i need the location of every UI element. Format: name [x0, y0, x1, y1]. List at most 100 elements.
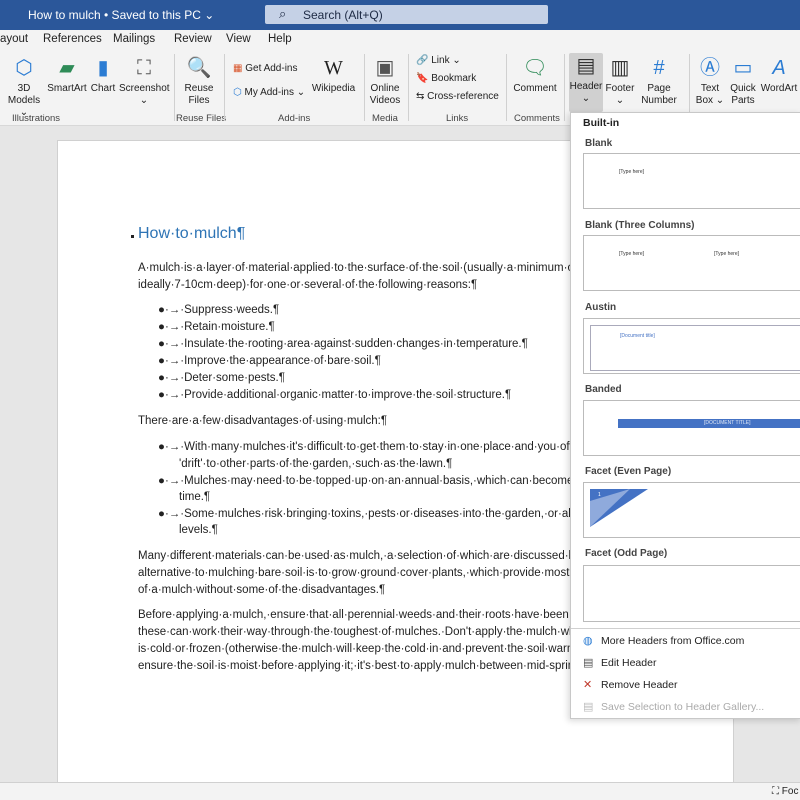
- reuse-files-label-1: Reuse: [184, 83, 214, 94]
- online-videos-label-1: Online: [370, 83, 400, 94]
- wordart-icon: A: [772, 57, 786, 79]
- tab-references[interactable]: References: [43, 33, 102, 45]
- screenshot-icon: ⛶: [137, 57, 151, 79]
- search-input[interactable]: ⌕ Search (Alt+Q): [265, 5, 548, 24]
- paragraph-line[interactable]: ideally·7-10cm·deep)·for·one·or·several·…: [138, 279, 477, 291]
- search-placeholder: Search (Alt+Q): [303, 8, 383, 22]
- focus-button[interactable]: ⛶ Foc: [772, 786, 798, 797]
- my-addins-button[interactable]: ⬡ My Add-ins ⌄: [233, 87, 305, 98]
- title-bar: How to mulch • Saved to this PC ⌄ ⌕ Sear…: [0, 0, 800, 30]
- chart-label: Chart: [90, 83, 116, 94]
- paragraph-line[interactable]: There·are·a·few·disadvantages·of·using·m…: [138, 415, 387, 427]
- paragraph-line[interactable]: ensure·the·soil·is·moist·before·applying…: [138, 660, 574, 672]
- header-option-banded[interactable]: [DOCUMENT TITLE]: [583, 400, 800, 456]
- list-item-text: Mulches·may·need·to·be·topped·up·on·an·a…: [184, 475, 590, 487]
- paragraph-line[interactable]: Many·different·materials·can·be·used·as·…: [138, 550, 584, 562]
- list-item-continuation[interactable]: levels.¶: [179, 524, 218, 536]
- reuse-files-button[interactable]: 🔍 Reuse Files: [180, 55, 218, 107]
- search-icon: ⌕: [279, 6, 287, 21]
- status-bar: ⛶ Foc: [0, 782, 800, 800]
- link-icon: 🔗: [416, 55, 429, 66]
- online-videos-label-2: Videos: [369, 95, 401, 106]
- tab-view[interactable]: View: [226, 33, 251, 45]
- wordart-button[interactable]: A WordArt: [760, 55, 798, 95]
- tab-help[interactable]: Help: [268, 33, 292, 45]
- gallery-item-title: Blank (Three Columns): [585, 220, 695, 231]
- list-item-continuation[interactable]: time.¶: [179, 491, 210, 503]
- get-addins-button[interactable]: ▦ Get Add-ins: [233, 63, 298, 74]
- paragraph-line[interactable]: these·can·work·their·way·through·the·tou…: [138, 626, 575, 638]
- more-headers-item[interactable]: ◍ More Headers from Office.com: [583, 634, 744, 647]
- header-option-austin[interactable]: [Document title]: [583, 318, 800, 374]
- list-item[interactable]: ●·→·Provide·additional·organic·matter·to…: [158, 389, 511, 401]
- video-icon: ▣: [375, 57, 395, 79]
- screenshot-button[interactable]: ⛶ Screenshot ⌄: [119, 55, 170, 107]
- list-item-text: Improve·the·appearance·of·bare·soil.¶: [184, 355, 381, 367]
- footer-caret: ⌄: [615, 95, 625, 106]
- paragraph-line[interactable]: A·mulch·is·a·layer·of·material·applied·t…: [138, 262, 581, 274]
- list-item[interactable]: ●·→·With·many·mulches·it's·difficult·to·…: [158, 441, 579, 453]
- group-label-addins: Add-ins: [278, 113, 311, 124]
- text-box-label-2: Box ⌄: [695, 95, 725, 106]
- thumb-placeholder: [Type here]: [619, 251, 645, 257]
- list-item[interactable]: ●·→·Mulches·may·need·to·be·topped·up·on·…: [158, 475, 589, 487]
- ribbon-separator: [174, 54, 175, 121]
- ribbon-tabs: ayout References Mailings Review View He…: [0, 30, 800, 50]
- cross-reference-button[interactable]: ⇆ Cross-reference: [416, 91, 499, 102]
- online-videos-button[interactable]: ▣ Online Videos: [368, 55, 402, 107]
- edit-header-item[interactable]: ▤ Edit Header: [583, 656, 656, 669]
- text-box-button[interactable]: Ⓐ Text Box ⌄: [693, 55, 727, 107]
- footer-button[interactable]: ▥ Footer ⌄: [604, 55, 636, 107]
- my-addins-label: My Add-ins: [244, 87, 294, 98]
- list-item-text: Suppress·weeds.¶: [184, 304, 280, 316]
- paragraph-line[interactable]: of·a·mulch·without·some·of·the·disadvant…: [138, 584, 385, 596]
- list-item[interactable]: ●·→·Some·mulches·risk·bringing·toxins,·p…: [158, 508, 587, 520]
- document-title[interactable]: How to mulch • Saved to this PC ⌄: [28, 8, 214, 22]
- thumb-placeholder: [Document title]: [620, 333, 655, 339]
- list-item[interactable]: ●·→·Deter·some·pests.¶: [158, 372, 285, 384]
- paragraph-line[interactable]: is·cold·or·frozen·(otherwise·the·mulch·w…: [138, 643, 576, 655]
- header-option-blank-three-columns[interactable]: [Type here] [Type here]: [583, 235, 800, 291]
- link-button[interactable]: 🔗 Link ⌄: [416, 55, 461, 66]
- list-item[interactable]: ●·→·Retain·moisture.¶: [158, 321, 275, 333]
- remove-header-item[interactable]: ✕ Remove Header: [583, 678, 677, 691]
- chart-button[interactable]: ▮ Chart: [88, 55, 118, 95]
- thumb-placeholder: [Type here]: [714, 251, 740, 257]
- bookmark-button[interactable]: 🔖 Bookmark: [416, 73, 476, 84]
- list-item-continuation[interactable]: 'drift'·to·other·parts·of·the·garden,·su…: [179, 458, 452, 470]
- comment-button[interactable]: 🗨 Comment: [512, 55, 558, 95]
- menu-item-label: Edit Header: [601, 657, 657, 669]
- header-button[interactable]: ▤ Header ⌄: [569, 53, 603, 112]
- header-option-blank[interactable]: [Type here]: [583, 153, 800, 209]
- list-item[interactable]: ●·→·Suppress·weeds.¶: [158, 304, 279, 316]
- list-item[interactable]: ●·→·Insulate·the·rooting·area·against·su…: [158, 338, 528, 350]
- focus-icon: ⛶: [772, 786, 779, 797]
- wikipedia-icon: W: [324, 57, 343, 79]
- header-label: Header: [569, 81, 603, 92]
- header-option-facet-even[interactable]: 1: [583, 482, 800, 538]
- chevron-down-icon: ⌄: [296, 87, 306, 98]
- list-item[interactable]: ●·→·Improve·the·appearance·of·bare·soil.…: [158, 355, 381, 367]
- chart-icon: ▮: [97, 57, 109, 79]
- ribbon-separator: [506, 54, 507, 121]
- thumb-placeholder: [DOCUMENT TITLE]: [704, 420, 751, 426]
- 3d-models-button[interactable]: ⬡ 3D Models ⌄: [4, 55, 44, 119]
- gallery-section-title: Built-in: [583, 117, 620, 129]
- 3d-models-label-1: 3D: [17, 83, 31, 94]
- wikipedia-button[interactable]: W Wikipedia: [311, 55, 356, 95]
- list-item-text: Provide·additional·organic·matter·to·imp…: [184, 389, 512, 401]
- paragraph-line[interactable]: alternative·to·mulching·bare·soil·is·to·…: [138, 567, 573, 579]
- paragraph-line[interactable]: Before·applying·a·mulch,·ensure·that·all…: [138, 609, 583, 621]
- smartart-button[interactable]: ▰ SmartArt: [47, 55, 87, 95]
- ribbon-separator: [689, 54, 690, 121]
- tab-review[interactable]: Review: [174, 33, 212, 45]
- reuse-files-label-2: Files: [188, 95, 210, 106]
- page-number-button[interactable]: # Page Number ⌄: [637, 55, 681, 119]
- tab-mailings[interactable]: Mailings: [113, 33, 155, 45]
- quick-parts-button[interactable]: ▭ Quick Parts ⌄: [726, 55, 760, 119]
- link-label: Link: [431, 55, 450, 66]
- tab-layout[interactable]: ayout: [0, 33, 28, 45]
- header-option-facet-odd[interactable]: [583, 565, 800, 622]
- document-heading[interactable]: How·to·mulch¶: [138, 225, 245, 243]
- ribbon-separator: [408, 54, 409, 121]
